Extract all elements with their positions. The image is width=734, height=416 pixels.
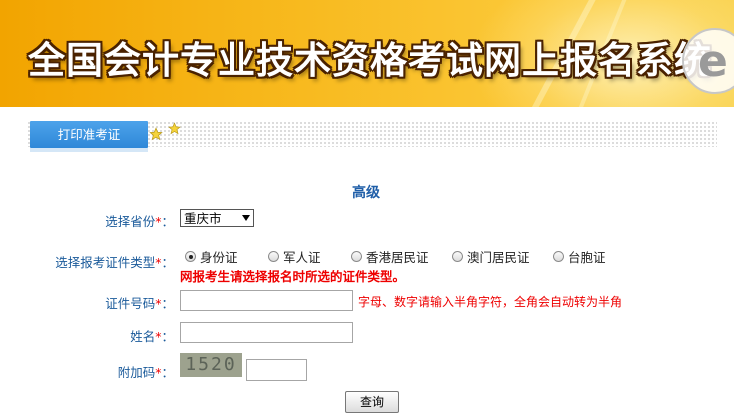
query-button[interactable]: 查询	[345, 391, 399, 413]
idnum-label: 证件号码	[105, 296, 156, 311]
tab-print-admission-ticket[interactable]: 打印准考证	[30, 121, 148, 148]
captcha-label-row: 附加码*：	[118, 362, 174, 381]
captcha-input[interactable]	[246, 359, 307, 381]
idtype-label-row: 选择报考证件类型*：	[55, 252, 174, 271]
radio-button[interactable]	[452, 251, 463, 262]
name-label-row: 姓名*：	[130, 326, 174, 345]
radio-button[interactable]	[185, 251, 196, 262]
idnum-hint: 字母、数字请输入半角字符，全角会自动转为半角	[358, 295, 623, 309]
radio-id-card[interactable]: 身份证	[185, 247, 238, 266]
id-number-input[interactable]	[180, 290, 353, 311]
province-label-row: 选择省份*：	[105, 211, 174, 230]
svg-text:e: e	[698, 36, 728, 87]
tab-underline	[30, 148, 148, 152]
system-title: 全国会计专业技术资格考试网上报名系统	[28, 38, 712, 82]
star-icon	[168, 122, 181, 135]
radio-label: 香港居民证	[366, 250, 429, 265]
header-banner: 全国会计专业技术资格考试网上报名系统 e	[0, 0, 734, 107]
label-colon: ：	[161, 214, 174, 229]
radio-label: 澳门居民证	[467, 250, 530, 265]
label-colon: ：	[161, 255, 174, 270]
radio-label: 军人证	[283, 250, 321, 265]
radio-military-card[interactable]: 军人证	[268, 247, 321, 266]
radio-button[interactable]	[351, 251, 362, 262]
idnum-label-row: 证件号码*：	[105, 293, 174, 312]
idtype-label: 选择报考证件类型	[55, 255, 156, 270]
name-label: 姓名	[130, 329, 156, 344]
label-colon: ：	[161, 296, 174, 311]
radio-label: 台胞证	[568, 250, 606, 265]
radio-hongkong-card[interactable]: 香港居民证	[351, 247, 429, 266]
star-icon	[149, 127, 163, 141]
province-select-value: 重庆市	[184, 211, 222, 226]
captcha-label: 附加码	[117, 365, 156, 380]
province-select[interactable]: 重庆市	[180, 209, 254, 227]
name-input[interactable]	[180, 322, 353, 343]
radio-label: 身份证	[200, 250, 238, 265]
idtype-warning: 网报考生请选择报名时所选的证件类型。	[180, 269, 406, 284]
radio-button[interactable]	[268, 251, 279, 262]
label-colon: ：	[161, 365, 174, 380]
e-logo-icon: e	[682, 28, 734, 94]
captcha-text: 1520	[185, 354, 237, 375]
captcha-image[interactable]: 1520	[180, 353, 242, 377]
radio-taiwan-card[interactable]: 台胞证	[553, 247, 606, 266]
radio-macau-card[interactable]: 澳门居民证	[452, 247, 530, 266]
radio-button[interactable]	[553, 251, 564, 262]
exam-level-heading: 高级	[352, 185, 380, 201]
label-colon: ：	[161, 329, 174, 344]
chevron-down-icon	[242, 215, 250, 221]
province-label: 选择省份	[105, 214, 156, 229]
